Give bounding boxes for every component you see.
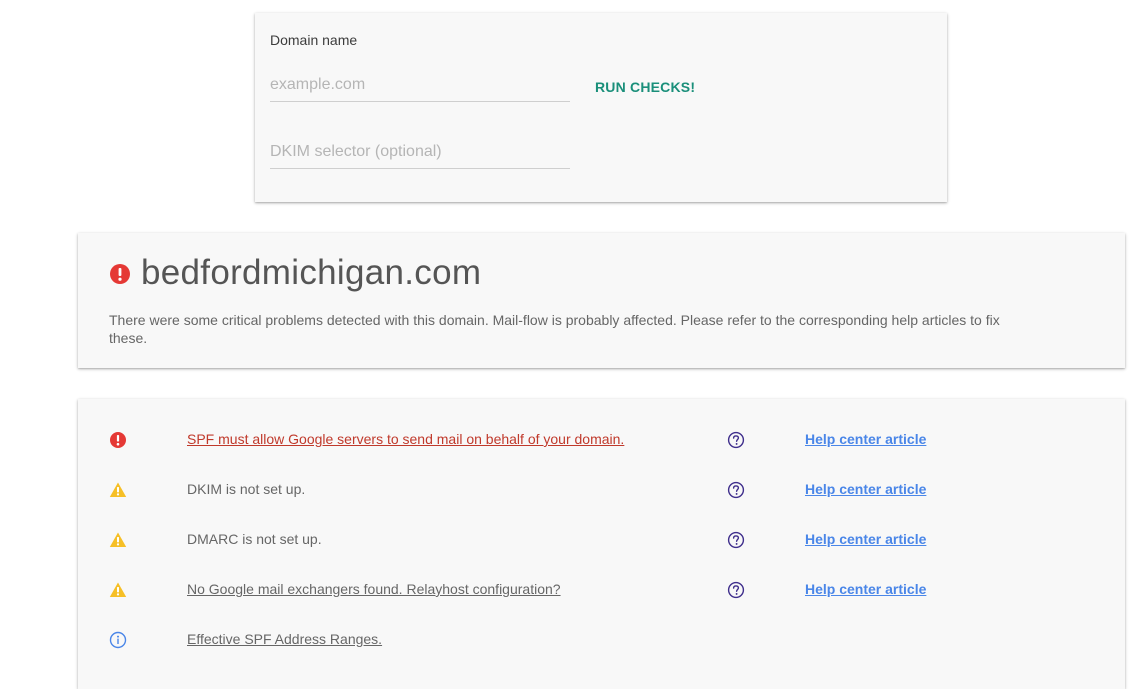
result-row: DKIM is not set up. Help center article bbox=[78, 478, 1125, 502]
check-results-card: SPF must allow Google servers to send ma… bbox=[78, 399, 1125, 689]
warning-icon bbox=[109, 481, 127, 499]
error-icon bbox=[109, 263, 131, 290]
help-icon[interactable] bbox=[727, 431, 745, 449]
result-message: DMARC is not set up. bbox=[187, 531, 322, 547]
help-icon[interactable] bbox=[727, 481, 745, 499]
error-icon bbox=[109, 431, 127, 449]
domain-name-label: Domain name bbox=[270, 32, 358, 48]
help-icon[interactable] bbox=[727, 581, 745, 599]
dkim-selector-input[interactable] bbox=[270, 136, 570, 169]
domain-input[interactable] bbox=[270, 69, 570, 102]
run-checks-button[interactable]: RUN CHECKS! bbox=[587, 71, 703, 103]
help-center-article-link[interactable]: Help center article bbox=[805, 481, 926, 497]
domain-form-card: Domain name RUN CHECKS! bbox=[255, 13, 947, 202]
help-center-article-link[interactable]: Help center article bbox=[805, 431, 926, 447]
result-message-link[interactable]: No Google mail exchangers found. Relayho… bbox=[187, 581, 561, 597]
warning-icon bbox=[109, 581, 127, 599]
warning-icon bbox=[109, 531, 127, 549]
result-row: SPF must allow Google servers to send ma… bbox=[78, 428, 1125, 452]
help-icon[interactable] bbox=[727, 531, 745, 549]
result-message-link[interactable]: SPF must allow Google servers to send ma… bbox=[187, 431, 624, 447]
help-center-article-link[interactable]: Help center article bbox=[805, 581, 926, 597]
result-message: DKIM is not set up. bbox=[187, 481, 306, 497]
help-center-article-link[interactable]: Help center article bbox=[805, 531, 926, 547]
info-icon bbox=[109, 631, 127, 649]
result-message-link[interactable]: Effective SPF Address Ranges. bbox=[187, 631, 382, 647]
domain-title: bedfordmichigan.com bbox=[141, 253, 482, 292]
domain-summary-card: bedfordmichigan.com There were some crit… bbox=[78, 233, 1125, 368]
summary-message: There were some critical problems detect… bbox=[109, 312, 1000, 346]
result-row: No Google mail exchangers found. Relayho… bbox=[78, 578, 1125, 602]
result-row: DMARC is not set up. Help center article bbox=[78, 528, 1125, 552]
result-row: Effective SPF Address Ranges. bbox=[78, 628, 1125, 652]
